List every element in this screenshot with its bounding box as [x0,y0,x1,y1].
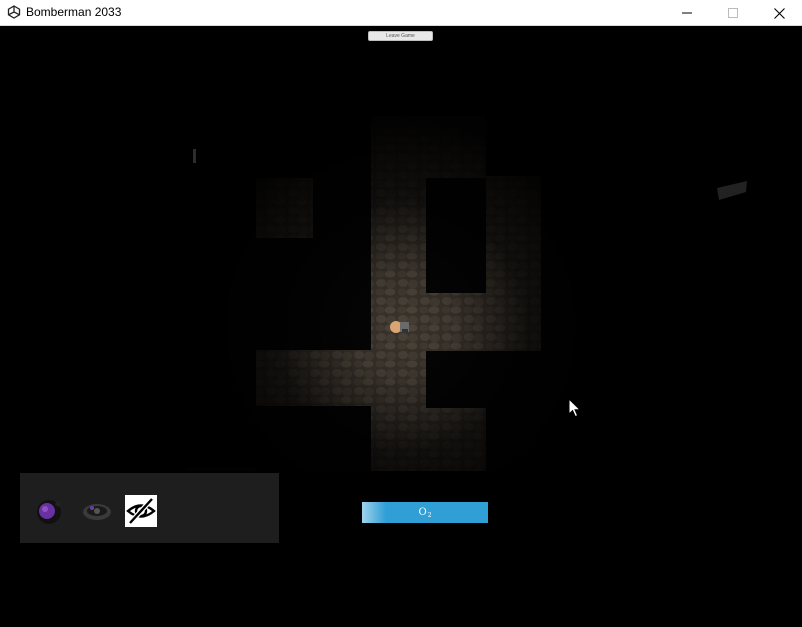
oxygen-bar: O2 [362,502,488,523]
oxygen-symbol: O [418,507,427,518]
maximize-button[interactable] [710,0,756,26]
minimize-button[interactable] [664,0,710,26]
close-icon [773,7,785,19]
eye-slash-icon[interactable] [125,495,157,527]
mouse-pointer-icon [568,398,582,418]
close-button[interactable] [756,0,802,26]
player-character [390,321,409,333]
maximize-icon [728,8,738,18]
purple-bomb-icon[interactable] [34,495,66,527]
minimize-icon [682,12,692,14]
unity-app-icon [7,5,21,19]
black-mine-icon[interactable] [80,495,112,527]
game-viewport[interactable]: Leave Game O2 [1,26,801,626]
window-titlebar: Bomberman 2033 [0,0,802,26]
window-title: Bomberman 2033 [26,5,122,19]
inventory-panel [20,473,279,543]
leave-game-button[interactable]: Leave Game [368,31,433,41]
oxygen-label: O2 [362,502,488,523]
oxygen-subscript: 2 [427,512,432,519]
wall-torch [193,149,196,163]
